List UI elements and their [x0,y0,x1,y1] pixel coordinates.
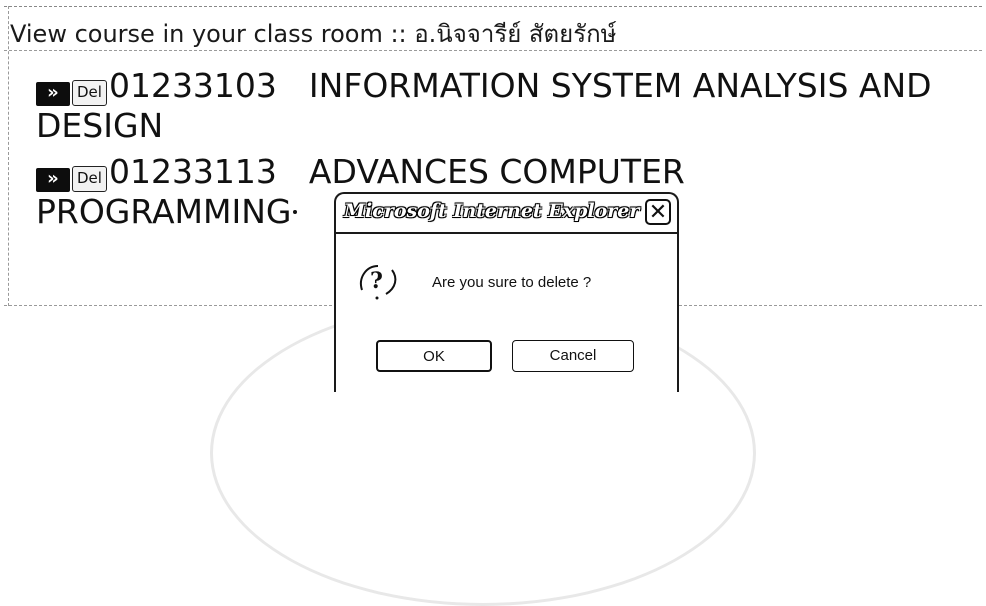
course-actions: » Del [36,162,107,192]
dialog-titlebar: Microsoft Internet Explorer ✕ [336,194,677,234]
frame-left-border [8,6,9,306]
delete-course-button[interactable]: Del [72,80,107,106]
frame-top-border [4,6,982,7]
dialog-title: Microsoft Internet Explorer [344,200,640,222]
dialog-message: Are you sure to delete ? [432,274,592,291]
view-course-button[interactable]: » [36,82,70,106]
page-title: View course in your class room :: อ.นิจจ… [10,20,617,48]
course-row: » Del 01233103 INFORMATION SYSTEM ANALYSI… [36,66,936,146]
stray-dot [293,210,297,214]
delete-course-button[interactable]: Del [72,166,107,192]
cancel-button[interactable]: Cancel [512,340,634,372]
ok-button[interactable]: OK [376,340,492,372]
confirm-dialog: Microsoft Internet Explorer ✕ ? Are you … [334,192,679,392]
view-course-button[interactable]: » [36,168,70,192]
svg-text:?: ? [370,268,383,294]
close-icon[interactable]: ✕ [645,199,671,225]
course-code: 01233103 [108,66,277,105]
course-actions: » Del [36,76,107,106]
course-code: 01233113 [108,152,277,191]
question-icon: ? [360,265,397,300]
